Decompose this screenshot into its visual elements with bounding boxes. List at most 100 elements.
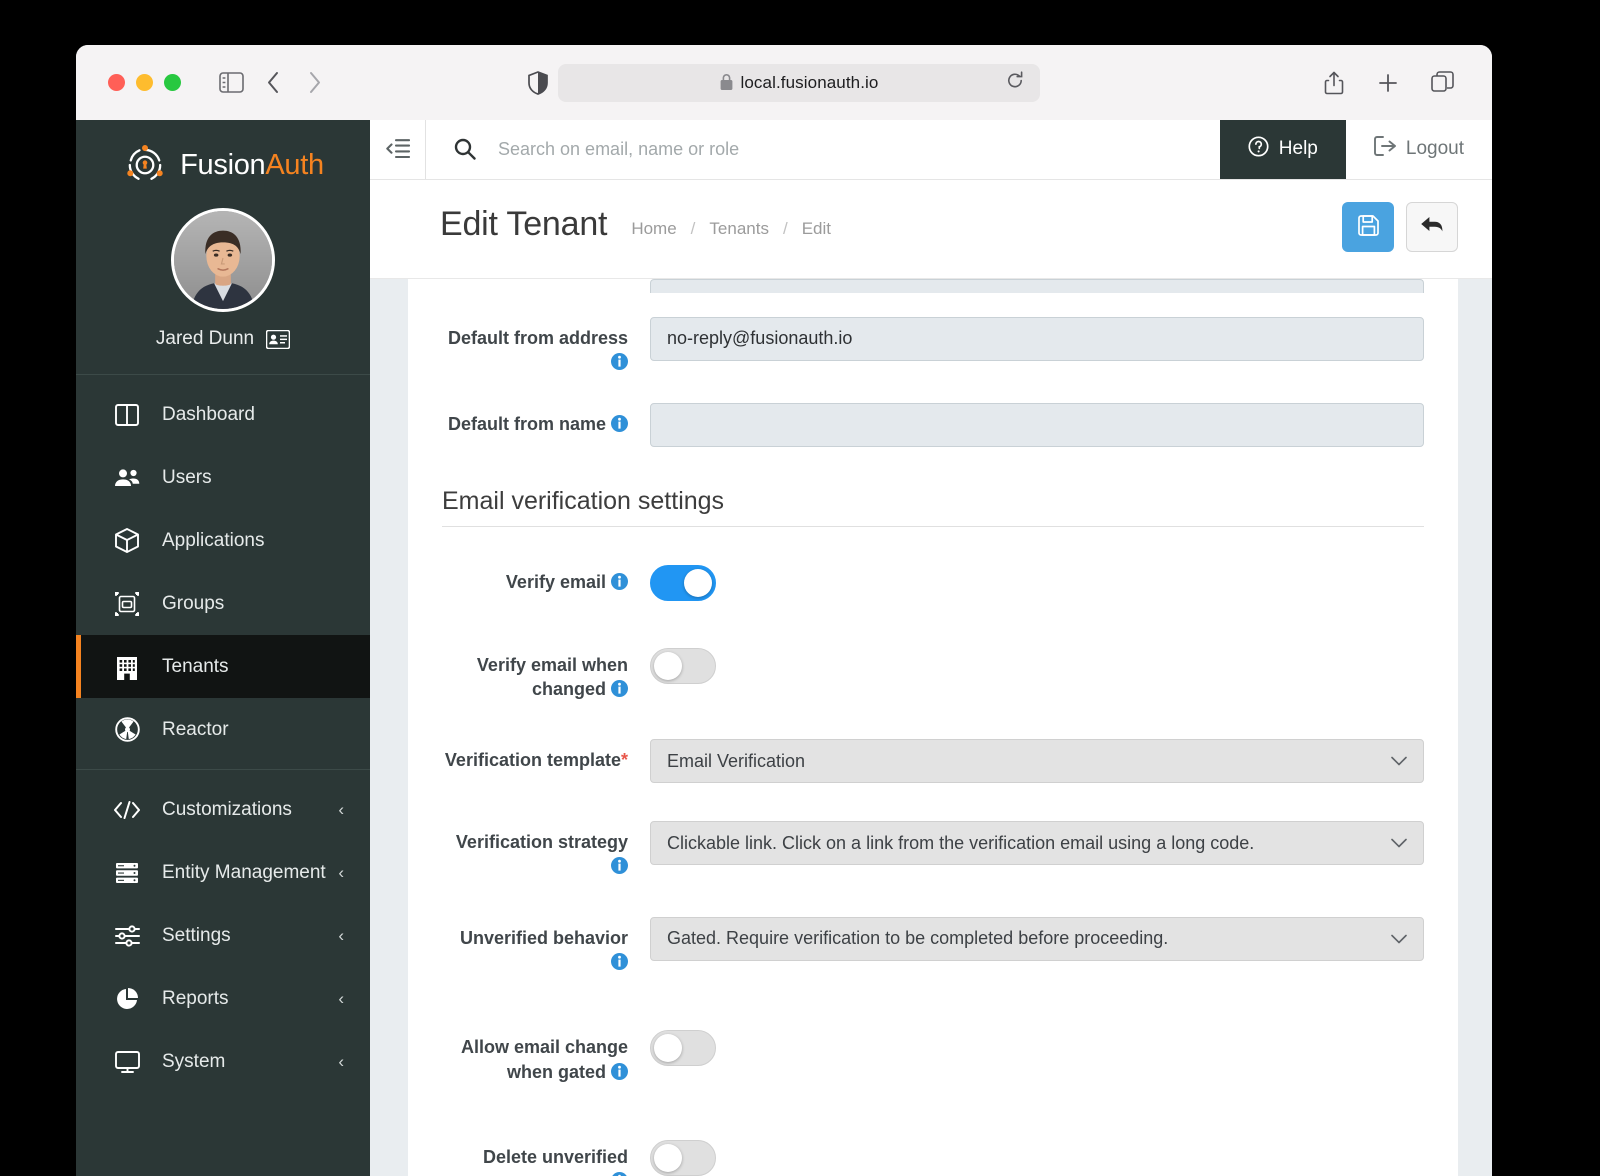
control-delete-unverified-users: [650, 1136, 1424, 1176]
content-scroll-region[interactable]: Default from address Default from name: [370, 279, 1492, 1176]
info-icon[interactable]: [611, 1063, 628, 1080]
info-icon[interactable]: [611, 680, 628, 697]
unverified-behavior-select[interactable]: Gated. Require verification to be comple…: [650, 917, 1424, 961]
save-button[interactable]: [1342, 202, 1394, 252]
brand-text-auth: Auth: [265, 149, 323, 181]
back-chevron-icon[interactable]: [253, 64, 293, 102]
sidebar-item-label: Settings: [162, 925, 231, 947]
sidebar-item-settings[interactable]: Settings ‹: [76, 904, 370, 967]
server-stack-icon: [114, 860, 140, 886]
chevron-left-icon[interactable]: ‹: [338, 1052, 344, 1072]
sidebar-item-dashboard[interactable]: Dashboard: [76, 383, 370, 446]
forward-chevron-icon[interactable]: [295, 64, 335, 102]
logout-button[interactable]: Logout: [1346, 120, 1492, 179]
chevron-down-icon: [1391, 838, 1407, 848]
plus-icon[interactable]: [1368, 64, 1408, 102]
sidebar-toggle-icon[interactable]: [211, 64, 251, 102]
delete-unverified-users-toggle[interactable]: [650, 1140, 716, 1176]
chevron-down-icon: [1391, 934, 1407, 944]
collapse-sidebar-icon[interactable]: [370, 120, 426, 179]
avatar[interactable]: [171, 208, 275, 312]
info-icon[interactable]: [611, 857, 628, 874]
label-text: Default from name: [448, 414, 606, 434]
sidebar-item-label: System: [162, 1051, 225, 1073]
applications-cube-icon: [114, 528, 140, 554]
form-row-cropped: [442, 279, 1424, 293]
form-row-verification-strategy: Verification strategy Clickable link. Cl…: [442, 807, 1424, 893]
search-icon: [454, 138, 476, 160]
nav-primary: Dashboard Users: [76, 375, 370, 769]
lock-icon: [720, 74, 733, 92]
info-icon[interactable]: [611, 353, 628, 370]
form-row-verification-template: Verification template* Email Verificatio…: [442, 725, 1424, 797]
info-icon[interactable]: [611, 573, 628, 590]
sidebar-item-customizations[interactable]: Customizations ‹: [76, 778, 370, 841]
id-card-icon[interactable]: [266, 330, 290, 349]
default-from-address-input[interactable]: [650, 317, 1424, 361]
browser-toolbar: local.fusionauth.io: [76, 45, 1492, 120]
sidebar-item-label: Tenants: [162, 656, 229, 678]
maximize-window-button[interactable]: [164, 74, 181, 91]
label-verification-template: Verification template*: [442, 739, 650, 772]
browser-actions: [1314, 64, 1462, 102]
breadcrumb-item-home[interactable]: Home: [631, 219, 676, 239]
label-text: Verification strategy: [456, 832, 628, 852]
sidebar-item-applications[interactable]: Applications: [76, 509, 370, 572]
verification-strategy-select[interactable]: Clickable link. Click on a link from the…: [650, 821, 1424, 865]
sidebar-item-label: Reactor: [162, 719, 229, 741]
form-control-cropped: [650, 279, 1424, 293]
sidebar-item-reactor[interactable]: Reactor: [76, 698, 370, 761]
brand[interactable]: FusionAuth: [76, 120, 370, 188]
info-icon[interactable]: [611, 953, 628, 970]
reload-icon[interactable]: [1006, 71, 1024, 95]
chevron-left-icon[interactable]: ‹: [338, 863, 344, 883]
info-icon[interactable]: [611, 1172, 628, 1176]
search-input[interactable]: [496, 138, 1220, 161]
sidebar-item-groups[interactable]: Groups: [76, 572, 370, 635]
back-button[interactable]: [1406, 202, 1458, 252]
nav-secondary: Customizations ‹: [76, 770, 370, 1101]
breadcrumb-item-edit[interactable]: Edit: [802, 219, 831, 239]
control-unverified-behavior: Gated. Require verification to be comple…: [650, 917, 1424, 961]
app-root: FusionAuth: [76, 120, 1492, 1176]
section-title: Email verification settings: [442, 487, 1424, 526]
label-allow-email-change-when-gated: Allow email change when gated: [442, 1026, 650, 1084]
reactor-icon: [114, 717, 140, 743]
tab-overview-icon[interactable]: [1422, 64, 1462, 102]
sidebar-item-label: Dashboard: [162, 404, 255, 426]
form-row-verify-email-when-changed: Verify email when changed: [442, 630, 1424, 716]
info-icon[interactable]: [611, 415, 628, 432]
breadcrumb-item-tenants[interactable]: Tenants: [709, 219, 769, 239]
default-from-name-input[interactable]: [650, 403, 1424, 447]
fusionauth-logo-icon: [122, 142, 168, 188]
verification-template-value: Email Verification: [667, 751, 805, 772]
chevron-left-icon[interactable]: ‹: [338, 800, 344, 820]
traffic-lights: [108, 74, 181, 91]
cropped-input[interactable]: [650, 279, 1424, 293]
share-icon[interactable]: [1314, 64, 1354, 102]
sidebar-item-label: Customizations: [162, 799, 292, 821]
chevron-down-icon: [1391, 756, 1407, 766]
help-button[interactable]: Help: [1220, 120, 1346, 179]
sidebar-item-reports[interactable]: Reports ‹: [76, 967, 370, 1030]
verify-email-toggle[interactable]: [650, 565, 716, 601]
sidebar-item-users[interactable]: Users: [76, 446, 370, 509]
shield-icon[interactable]: [528, 71, 548, 95]
verify-email-when-changed-toggle[interactable]: [650, 648, 716, 684]
verification-template-select[interactable]: Email Verification: [650, 739, 1424, 783]
sidebar-item-system[interactable]: System ‹: [76, 1030, 370, 1093]
control-default-from-name: [650, 403, 1424, 447]
profile-name-row[interactable]: Jared Dunn: [156, 328, 290, 350]
breadcrumb-separator: /: [691, 219, 696, 239]
allow-email-change-when-gated-toggle[interactable]: [650, 1030, 716, 1066]
chevron-left-icon[interactable]: ‹: [338, 926, 344, 946]
dashboard-icon: [114, 402, 140, 428]
sidebar-item-tenants[interactable]: Tenants: [76, 635, 370, 698]
close-window-button[interactable]: [108, 74, 125, 91]
form-row-delete-unverified-users: Delete unverified users: [442, 1122, 1424, 1176]
address-bar[interactable]: local.fusionauth.io: [558, 64, 1040, 102]
minimize-window-button[interactable]: [136, 74, 153, 91]
sidebar-item-entity-management[interactable]: Entity Management ‹: [76, 841, 370, 904]
form-row-allow-email-change-when-gated: Allow email change when gated: [442, 1012, 1424, 1098]
chevron-left-icon[interactable]: ‹: [338, 989, 344, 1009]
